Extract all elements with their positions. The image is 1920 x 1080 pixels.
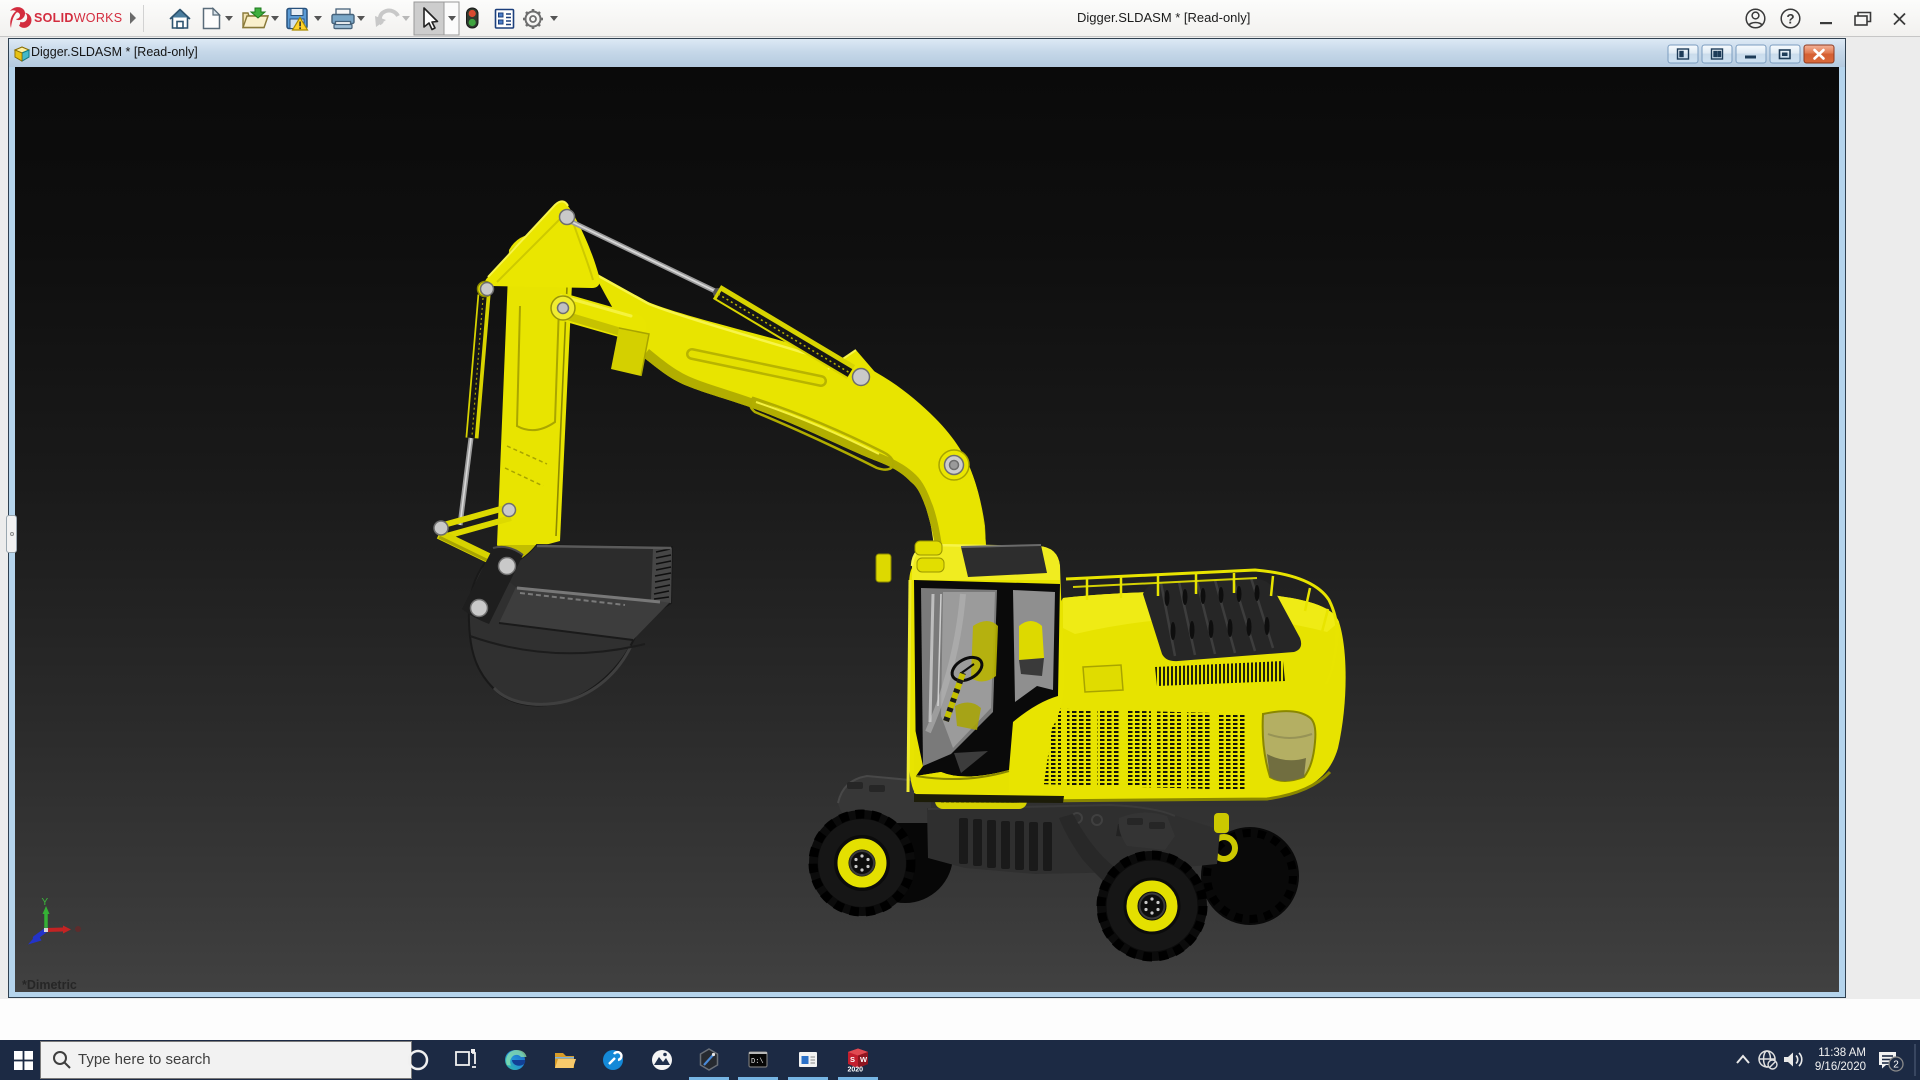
svg-text:2020: 2020 [848, 1067, 864, 1074]
svg-text:2: 2 [1893, 1060, 1899, 1071]
svg-text:D:\: D:\ [751, 1058, 764, 1066]
svg-text:S: S [850, 1055, 855, 1064]
svg-text:W: W [860, 1055, 868, 1064]
svg-text:?: ? [1786, 12, 1794, 27]
